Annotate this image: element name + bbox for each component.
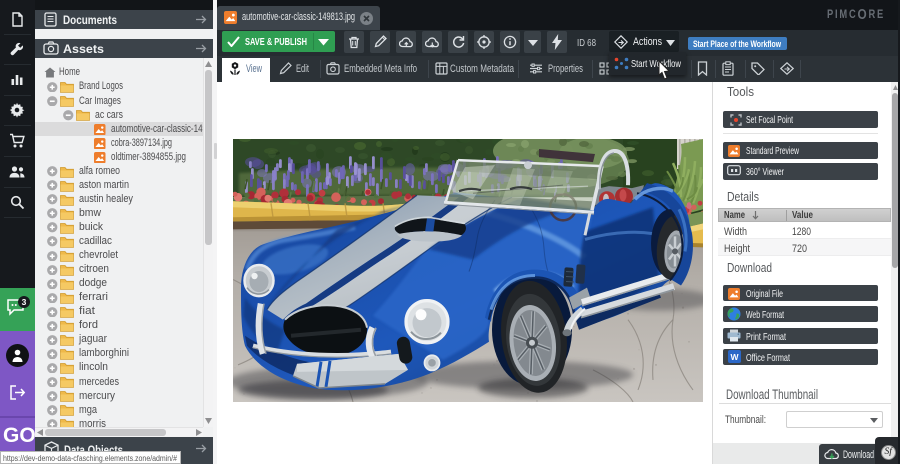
- svg-text:W: W: [730, 351, 739, 361]
